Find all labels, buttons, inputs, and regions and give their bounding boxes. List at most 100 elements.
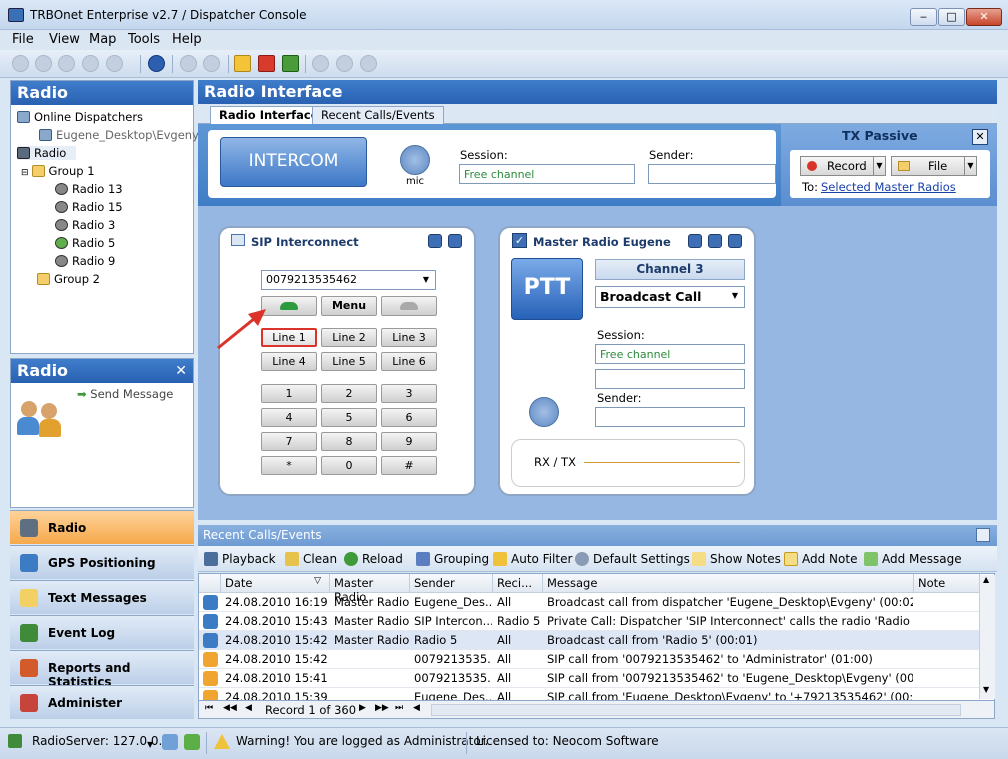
mic-icon[interactable] [400, 145, 430, 175]
chevron-down-icon[interactable]: ▼ [147, 740, 153, 749]
chevron-down-icon[interactable]: ▼ [964, 157, 976, 175]
network-icon[interactable] [162, 734, 178, 750]
tree-online-dispatchers[interactable]: Online Dispatchers [17, 110, 143, 124]
export-icon[interactable] [282, 55, 299, 72]
menu-view[interactable]: View [49, 32, 80, 47]
grid-header-master-radio[interactable]: Master Radio [330, 574, 410, 604]
next-page-icon[interactable]: ▶▶ [375, 703, 389, 713]
key-star[interactable]: * [261, 456, 317, 475]
pan-icon[interactable] [12, 55, 29, 72]
sip-number-combo[interactable]: 0079213535462 ▼ [261, 270, 436, 290]
tree-group-2[interactable]: Group 2 [37, 272, 100, 286]
grid-vertical-scrollbar[interactable]: ▲ ▼ [979, 575, 995, 699]
line-6-button[interactable]: Line 6 [381, 352, 437, 371]
horizontal-scrollbar[interactable] [431, 704, 961, 716]
checkbox-checked-icon[interactable]: ✓ [512, 233, 527, 248]
nav-radio[interactable]: Radio [10, 510, 194, 544]
key-hash[interactable]: # [381, 456, 437, 475]
add-record-icon[interactable]: ◀ [413, 703, 420, 713]
table-row[interactable]: 24.08.2010 15:41:35 0079213535... All SI… [199, 669, 981, 688]
mail-icon[interactable] [234, 55, 251, 72]
chevron-down-icon[interactable]: ▼ [873, 157, 885, 175]
prev-page-icon[interactable]: ◀◀ [223, 703, 237, 713]
menu-tools[interactable]: Tools [128, 32, 160, 47]
globe-icon[interactable] [148, 55, 165, 72]
tx-close-icon[interactable]: ✕ [972, 129, 988, 145]
prev-record-icon[interactable]: ◀ [245, 703, 252, 713]
volume-icon[interactable] [708, 234, 722, 248]
zoom-out-icon[interactable] [58, 55, 75, 72]
tx-to-link[interactable]: Selected Master Radios [821, 180, 956, 194]
record-icon[interactable] [336, 55, 353, 72]
key-5[interactable]: 5 [321, 408, 377, 427]
speaker-icon[interactable] [688, 234, 702, 248]
table-row[interactable]: 24.08.2010 16:19:15 Master Radio... Euge… [199, 593, 981, 612]
nav-reports[interactable]: Reports and Statistics [10, 650, 194, 689]
mute-icon[interactable] [448, 234, 462, 248]
maximize-button[interactable]: □ [938, 8, 965, 26]
grouping-button[interactable]: Grouping [416, 552, 489, 566]
minimize-button[interactable]: ‒ [910, 8, 937, 26]
clean-button[interactable]: Clean [285, 552, 337, 566]
up-icon[interactable] [360, 55, 377, 72]
key-0[interactable]: 0 [321, 456, 377, 475]
mute-icon[interactable] [728, 234, 742, 248]
send-message-link[interactable]: ➡ Send Message [77, 387, 173, 401]
nav-administer[interactable]: Administer [10, 685, 194, 719]
tree-radio-3[interactable]: Radio 3 [55, 218, 115, 232]
nav-text-messages[interactable]: Text Messages [10, 580, 194, 614]
tree-radio-15[interactable]: Radio 15 [55, 200, 123, 214]
key-9[interactable]: 9 [381, 432, 437, 451]
line-5-button[interactable]: Line 5 [321, 352, 377, 371]
first-record-icon[interactable]: ⏮ [205, 703, 213, 713]
collapse-icon[interactable]: ⊟ [21, 168, 29, 178]
tree-group-1[interactable]: ⊟ Group 1 [21, 164, 95, 178]
tree-dispatcher-user[interactable]: Eugene_Desktop\Evgeny [39, 128, 199, 142]
call-type-select[interactable]: Broadcast Call ▼ [595, 286, 745, 308]
key-7[interactable]: 7 [261, 432, 317, 451]
table-row[interactable]: 24.08.2010 15:42:35 0079213535... All SI… [199, 650, 981, 669]
scroll-down-icon[interactable]: ▼ [983, 685, 989, 694]
home-icon[interactable] [106, 55, 123, 72]
grid-header-sender[interactable]: Sender [410, 574, 493, 593]
menu-help[interactable]: Help [172, 32, 202, 47]
file-button[interactable]: File ▼ [891, 156, 977, 176]
tool-icon[interactable] [180, 55, 197, 72]
record-button[interactable]: Record ▼ [800, 156, 886, 176]
nav-gps[interactable]: GPS Positioning [10, 545, 194, 579]
table-row[interactable]: 24.08.2010 15:43:09 Master Radio... SIP … [199, 612, 981, 631]
nav-event-log[interactable]: Event Log [10, 615, 194, 649]
mic-icon[interactable] [529, 397, 559, 427]
tab-recent-calls[interactable]: Recent Calls/Events [312, 106, 444, 124]
next-record-icon[interactable]: ▶ [359, 703, 366, 713]
key-1[interactable]: 1 [261, 384, 317, 403]
zoom-in-icon[interactable] [35, 55, 52, 72]
key-6[interactable]: 6 [381, 408, 437, 427]
send-icon[interactable] [203, 55, 220, 72]
stop-icon[interactable] [312, 55, 329, 72]
menu-file[interactable]: File [12, 32, 34, 47]
intercom-button[interactable]: INTERCOM [220, 137, 367, 187]
line-3-button[interactable]: Line 3 [381, 328, 437, 347]
line-4-button[interactable]: Line 4 [261, 352, 317, 371]
tree-radio-5[interactable]: Radio 5 [55, 236, 115, 250]
auto-filter-button[interactable]: Auto Filter [493, 552, 572, 566]
chevron-down-icon[interactable]: ▼ [728, 288, 742, 304]
last-record-icon[interactable]: ⏭ [395, 703, 403, 713]
pin-icon[interactable] [976, 528, 990, 542]
key-8[interactable]: 8 [321, 432, 377, 451]
grid-header-note[interactable]: Note [914, 574, 980, 593]
close-button[interactable]: ✕ [966, 8, 1002, 26]
hangup-button[interactable] [381, 296, 437, 316]
add-message-button[interactable]: Add Message [864, 552, 962, 566]
menu-map[interactable]: Map [89, 32, 116, 47]
volume-icon[interactable] [428, 234, 442, 248]
grid-header-message[interactable]: Message [543, 574, 914, 593]
tree-radio-9[interactable]: Radio 9 [55, 254, 115, 268]
alert-icon[interactable] [258, 55, 275, 72]
tree-radio[interactable]: Radio [17, 146, 77, 160]
playback-button[interactable]: Playback [204, 552, 276, 566]
tree-radio-13[interactable]: Radio 13 [55, 182, 123, 196]
scroll-up-icon[interactable]: ▲ [983, 575, 989, 584]
tab-radio-interface[interactable]: Radio Interface [210, 106, 328, 125]
